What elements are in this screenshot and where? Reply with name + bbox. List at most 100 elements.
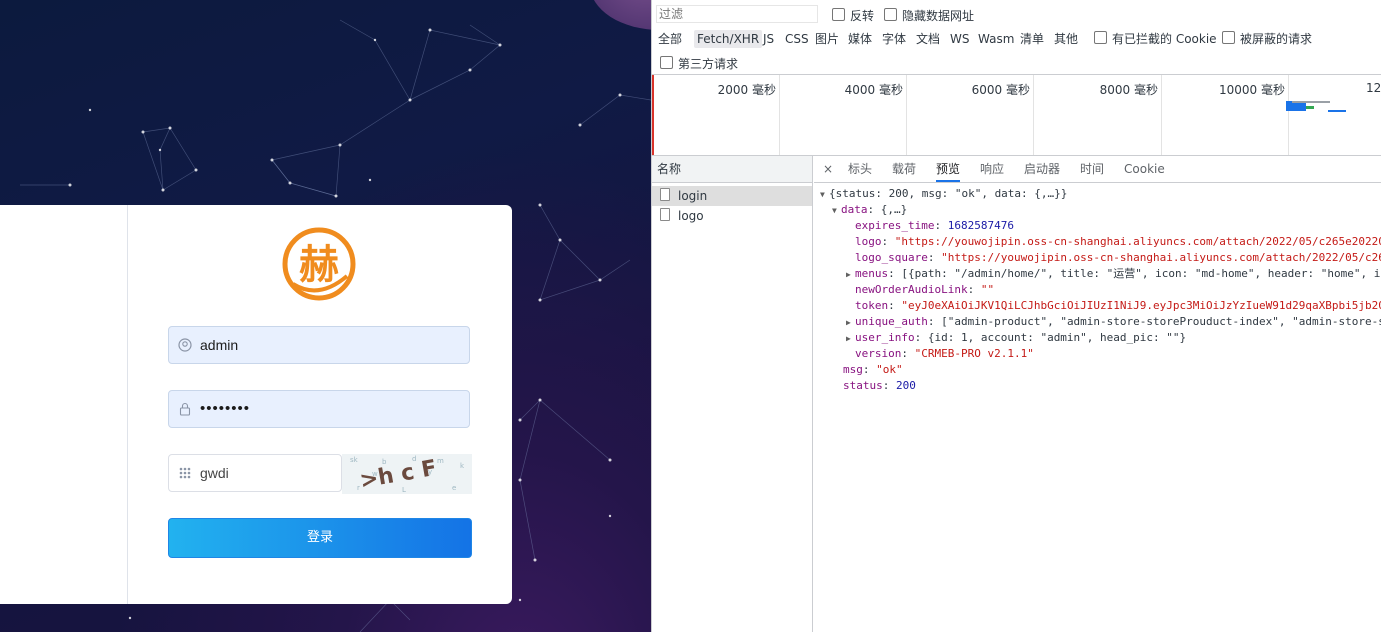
timeline-tick: 4000 毫秒 [779, 75, 907, 155]
name-column-header[interactable]: 名称 [652, 156, 812, 183]
request-list: 名称 login logo [652, 156, 813, 632]
svg-text:e: e [452, 484, 456, 492]
json-root-row[interactable]: ▼ {status: 200, msg: "ok", data: {,…}} [814, 186, 1381, 202]
json-row: logo: "https://youwojipin.oss-cn-shangha… [855, 235, 1381, 248]
request-row-logo[interactable]: logo [652, 206, 812, 226]
password-value: •••••••• [200, 400, 251, 417]
captcha-value: gwdi [200, 465, 229, 481]
json-menus-row[interactable]: ▶ menus: [{path: "/admin/home/", title: "… [814, 266, 1381, 282]
filter-input[interactable]: 过滤 [656, 5, 818, 23]
password-input[interactable]: •••••••• [168, 390, 470, 428]
tab-response[interactable]: 响应 [980, 156, 1004, 182]
username-input[interactable]: admin [168, 326, 470, 364]
document-icon [660, 188, 670, 201]
captcha-input[interactable]: gwdi [168, 454, 342, 492]
timeline-tick: 12000 [1366, 81, 1381, 95]
third-party-label: 第三方请求 [678, 57, 739, 71]
tab-timing[interactable]: 时间 [1080, 156, 1104, 182]
detail-tabs: × 标头 载荷 预览 响应 启动器 时间 Cookie [814, 156, 1381, 183]
blocked-cookies-label: 有已拦截的 Cookie [1112, 32, 1217, 46]
type-manifest[interactable]: 清单 [1020, 30, 1044, 48]
svg-text:sk: sk [350, 456, 359, 464]
third-party-checkbox[interactable]: 第三方请求 [660, 55, 738, 72]
grid-icon [178, 466, 192, 480]
json-row: status: 200 [843, 379, 916, 392]
document-icon [660, 208, 670, 221]
json-row: expires_time: 1682587476 [855, 219, 1014, 232]
json-row: msg: "ok" [843, 363, 903, 376]
request-name: logo [678, 209, 704, 223]
type-ws[interactable]: WS [950, 30, 969, 48]
blocked-cookies-checkbox[interactable]: 有已拦截的 Cookie [1094, 30, 1217, 48]
json-row: token: "eyJ0eXAiOiJKV1QiLCJhbGciOiJIUzI1… [855, 299, 1381, 312]
tab-payload[interactable]: 载荷 [892, 156, 916, 182]
svg-text:k: k [460, 462, 465, 470]
expand-arrow-icon[interactable]: ▼ [820, 187, 829, 203]
svg-text:r: r [357, 484, 360, 492]
timeline-bar [1328, 110, 1346, 112]
json-preview: ▼ {status: 200, msg: "ok", data: {,…}} ▼ d… [814, 186, 1381, 394]
blocked-requests-label: 被屏蔽的请求 [1240, 32, 1313, 46]
type-all[interactable]: 全部 [658, 30, 682, 48]
blocked-requests-checkbox[interactable]: 被屏蔽的请求 [1222, 30, 1312, 48]
type-font[interactable]: 字体 [882, 30, 906, 48]
svg-text:L: L [402, 486, 406, 494]
checkbox-box [884, 8, 897, 21]
invert-label: 反转 [850, 9, 875, 23]
username-value: admin [200, 337, 239, 353]
type-wasm[interactable]: Wasm [978, 30, 1014, 48]
json-row: version: "CRMEB-PRO v2.1.1" [855, 347, 1034, 360]
checkbox-box [832, 8, 845, 21]
resource-type-filter: 全部 Fetch/XHR JS CSS 图片 媒体 字体 文档 WS Wasm … [652, 30, 1381, 48]
type-js[interactable]: JS [763, 30, 774, 48]
timeline-overview[interactable]: 2000 毫秒 4000 毫秒 6000 毫秒 8000 毫秒 10000 毫秒… [652, 74, 1381, 156]
login-button[interactable]: 登录 [168, 518, 472, 558]
captcha-chars: >h c F [358, 456, 439, 494]
checkbox-box [1094, 31, 1107, 44]
brand-logo-icon: 赫 [282, 227, 356, 301]
hide-data-urls-checkbox[interactable]: 隐藏数据网址 [884, 7, 974, 24]
json-user-info-row[interactable]: ▶ user_info: {id: 1, account: "admin", he… [814, 330, 1381, 346]
json-data-row[interactable]: ▼ data: {,…} [814, 202, 1381, 218]
login-page: 赫 admin •••••••• gwdi sk b d m rLey kw >h c… [0, 0, 651, 632]
json-unique-auth-row[interactable]: ▶ unique_auth: ["admin-product", "admin-s… [814, 314, 1381, 330]
json-row: newOrderAudioLink: "" [855, 283, 995, 296]
hide-data-urls-label: 隐藏数据网址 [902, 9, 975, 23]
expand-arrow-icon[interactable]: ▶ [846, 315, 855, 331]
tab-initiator[interactable]: 启动器 [1024, 156, 1060, 182]
tab-preview[interactable]: 预览 [936, 156, 961, 182]
invert-checkbox[interactable]: 反转 [832, 7, 874, 24]
timeline-bar [1292, 101, 1330, 103]
checkbox-box [1222, 31, 1235, 44]
request-detail: × 标头 载荷 预览 响应 启动器 时间 Cookie ▼ {status: 20… [814, 156, 1381, 632]
logo-glyph: 赫 [299, 242, 339, 288]
lock-icon [178, 402, 192, 416]
type-other[interactable]: 其他 [1054, 30, 1078, 48]
request-name: login [678, 189, 708, 203]
timeline-tick: 8000 毫秒 [1033, 75, 1162, 155]
expand-arrow-icon[interactable]: ▶ [846, 331, 855, 347]
expand-arrow-icon[interactable]: ▶ [846, 267, 855, 283]
card-divider [127, 205, 128, 604]
timeline-tick: 6000 毫秒 [906, 75, 1034, 155]
request-row-login[interactable]: login [652, 186, 812, 206]
json-row: logo_square: "https://youwojipin.oss-cn-… [855, 251, 1381, 264]
tab-headers[interactable]: 标头 [848, 156, 872, 182]
checkbox-box [660, 56, 673, 69]
devtools-network-panel: 过滤 反转 隐藏数据网址 全部 Fetch/XHR JS CSS 图片 媒体 字… [651, 0, 1381, 632]
captcha-image[interactable]: sk b d m rLey kw >h c F [342, 454, 472, 494]
type-fetch-xhr[interactable]: Fetch/XHR [694, 30, 763, 48]
type-css[interactable]: CSS [785, 30, 809, 48]
timeline-tick: 10000 毫秒 [1161, 75, 1289, 155]
timeline-tick: 2000 毫秒 [652, 75, 780, 155]
expand-arrow-icon[interactable]: ▼ [832, 203, 841, 219]
close-icon[interactable]: × [823, 156, 833, 182]
svg-text:m: m [437, 457, 444, 465]
filter-toolbar: 过滤 反转 隐藏数据网址 [652, 0, 1381, 28]
tab-cookies[interactable]: Cookie [1124, 156, 1165, 182]
user-icon [178, 338, 192, 352]
timeline-bar [1306, 106, 1314, 109]
type-media[interactable]: 媒体 [848, 30, 872, 48]
type-doc[interactable]: 文档 [916, 30, 940, 48]
type-img[interactable]: 图片 [815, 30, 839, 48]
